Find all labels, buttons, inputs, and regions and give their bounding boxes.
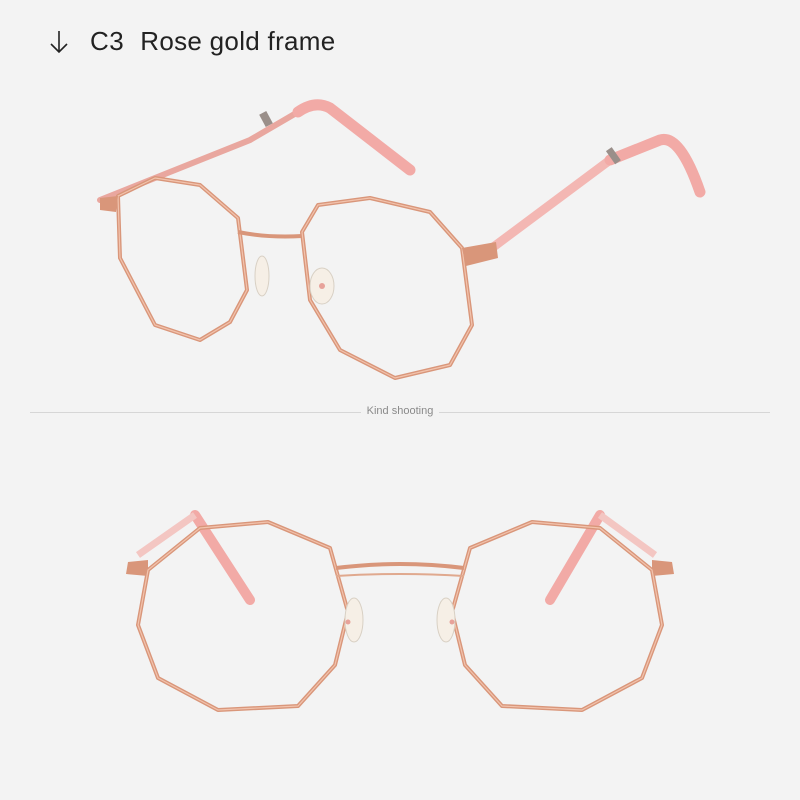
- divider-label: Kind shooting: [360, 405, 440, 417]
- arrow-down-icon: [50, 30, 68, 53]
- color-code: C3: [90, 26, 125, 56]
- header: C3 Rose gold frame: [44, 26, 336, 57]
- glasses-side-view-image: [97, 99, 706, 380]
- color-title: Rose gold frame: [140, 26, 336, 56]
- glasses-front-view-image: [126, 510, 674, 712]
